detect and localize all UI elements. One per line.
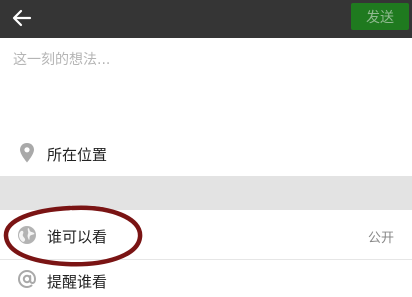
location-pin-icon <box>16 142 38 164</box>
moments-compose-screen: 发送 所在位置 谁可以看 公开 <box>0 0 412 297</box>
section-separator <box>0 176 412 210</box>
remind-row[interactable]: 提醒谁看 <box>0 260 412 297</box>
location-label: 所在位置 <box>47 146 108 164</box>
back-button[interactable] <box>6 3 38 33</box>
globe-icon <box>16 224 38 246</box>
back-arrow-icon <box>12 9 32 27</box>
remind-label: 提醒谁看 <box>47 273 108 291</box>
at-icon <box>16 268 38 290</box>
send-button[interactable]: 发送 <box>351 3 409 30</box>
location-row[interactable]: 所在位置 <box>0 133 412 176</box>
visibility-label: 谁可以看 <box>47 228 108 246</box>
thoughts-input[interactable] <box>13 49 398 119</box>
visibility-value: 公开 <box>367 231 394 246</box>
top-bar: 发送 <box>0 0 412 38</box>
visibility-row[interactable]: 谁可以看 公开 <box>0 210 412 260</box>
compose-area <box>0 38 412 133</box>
